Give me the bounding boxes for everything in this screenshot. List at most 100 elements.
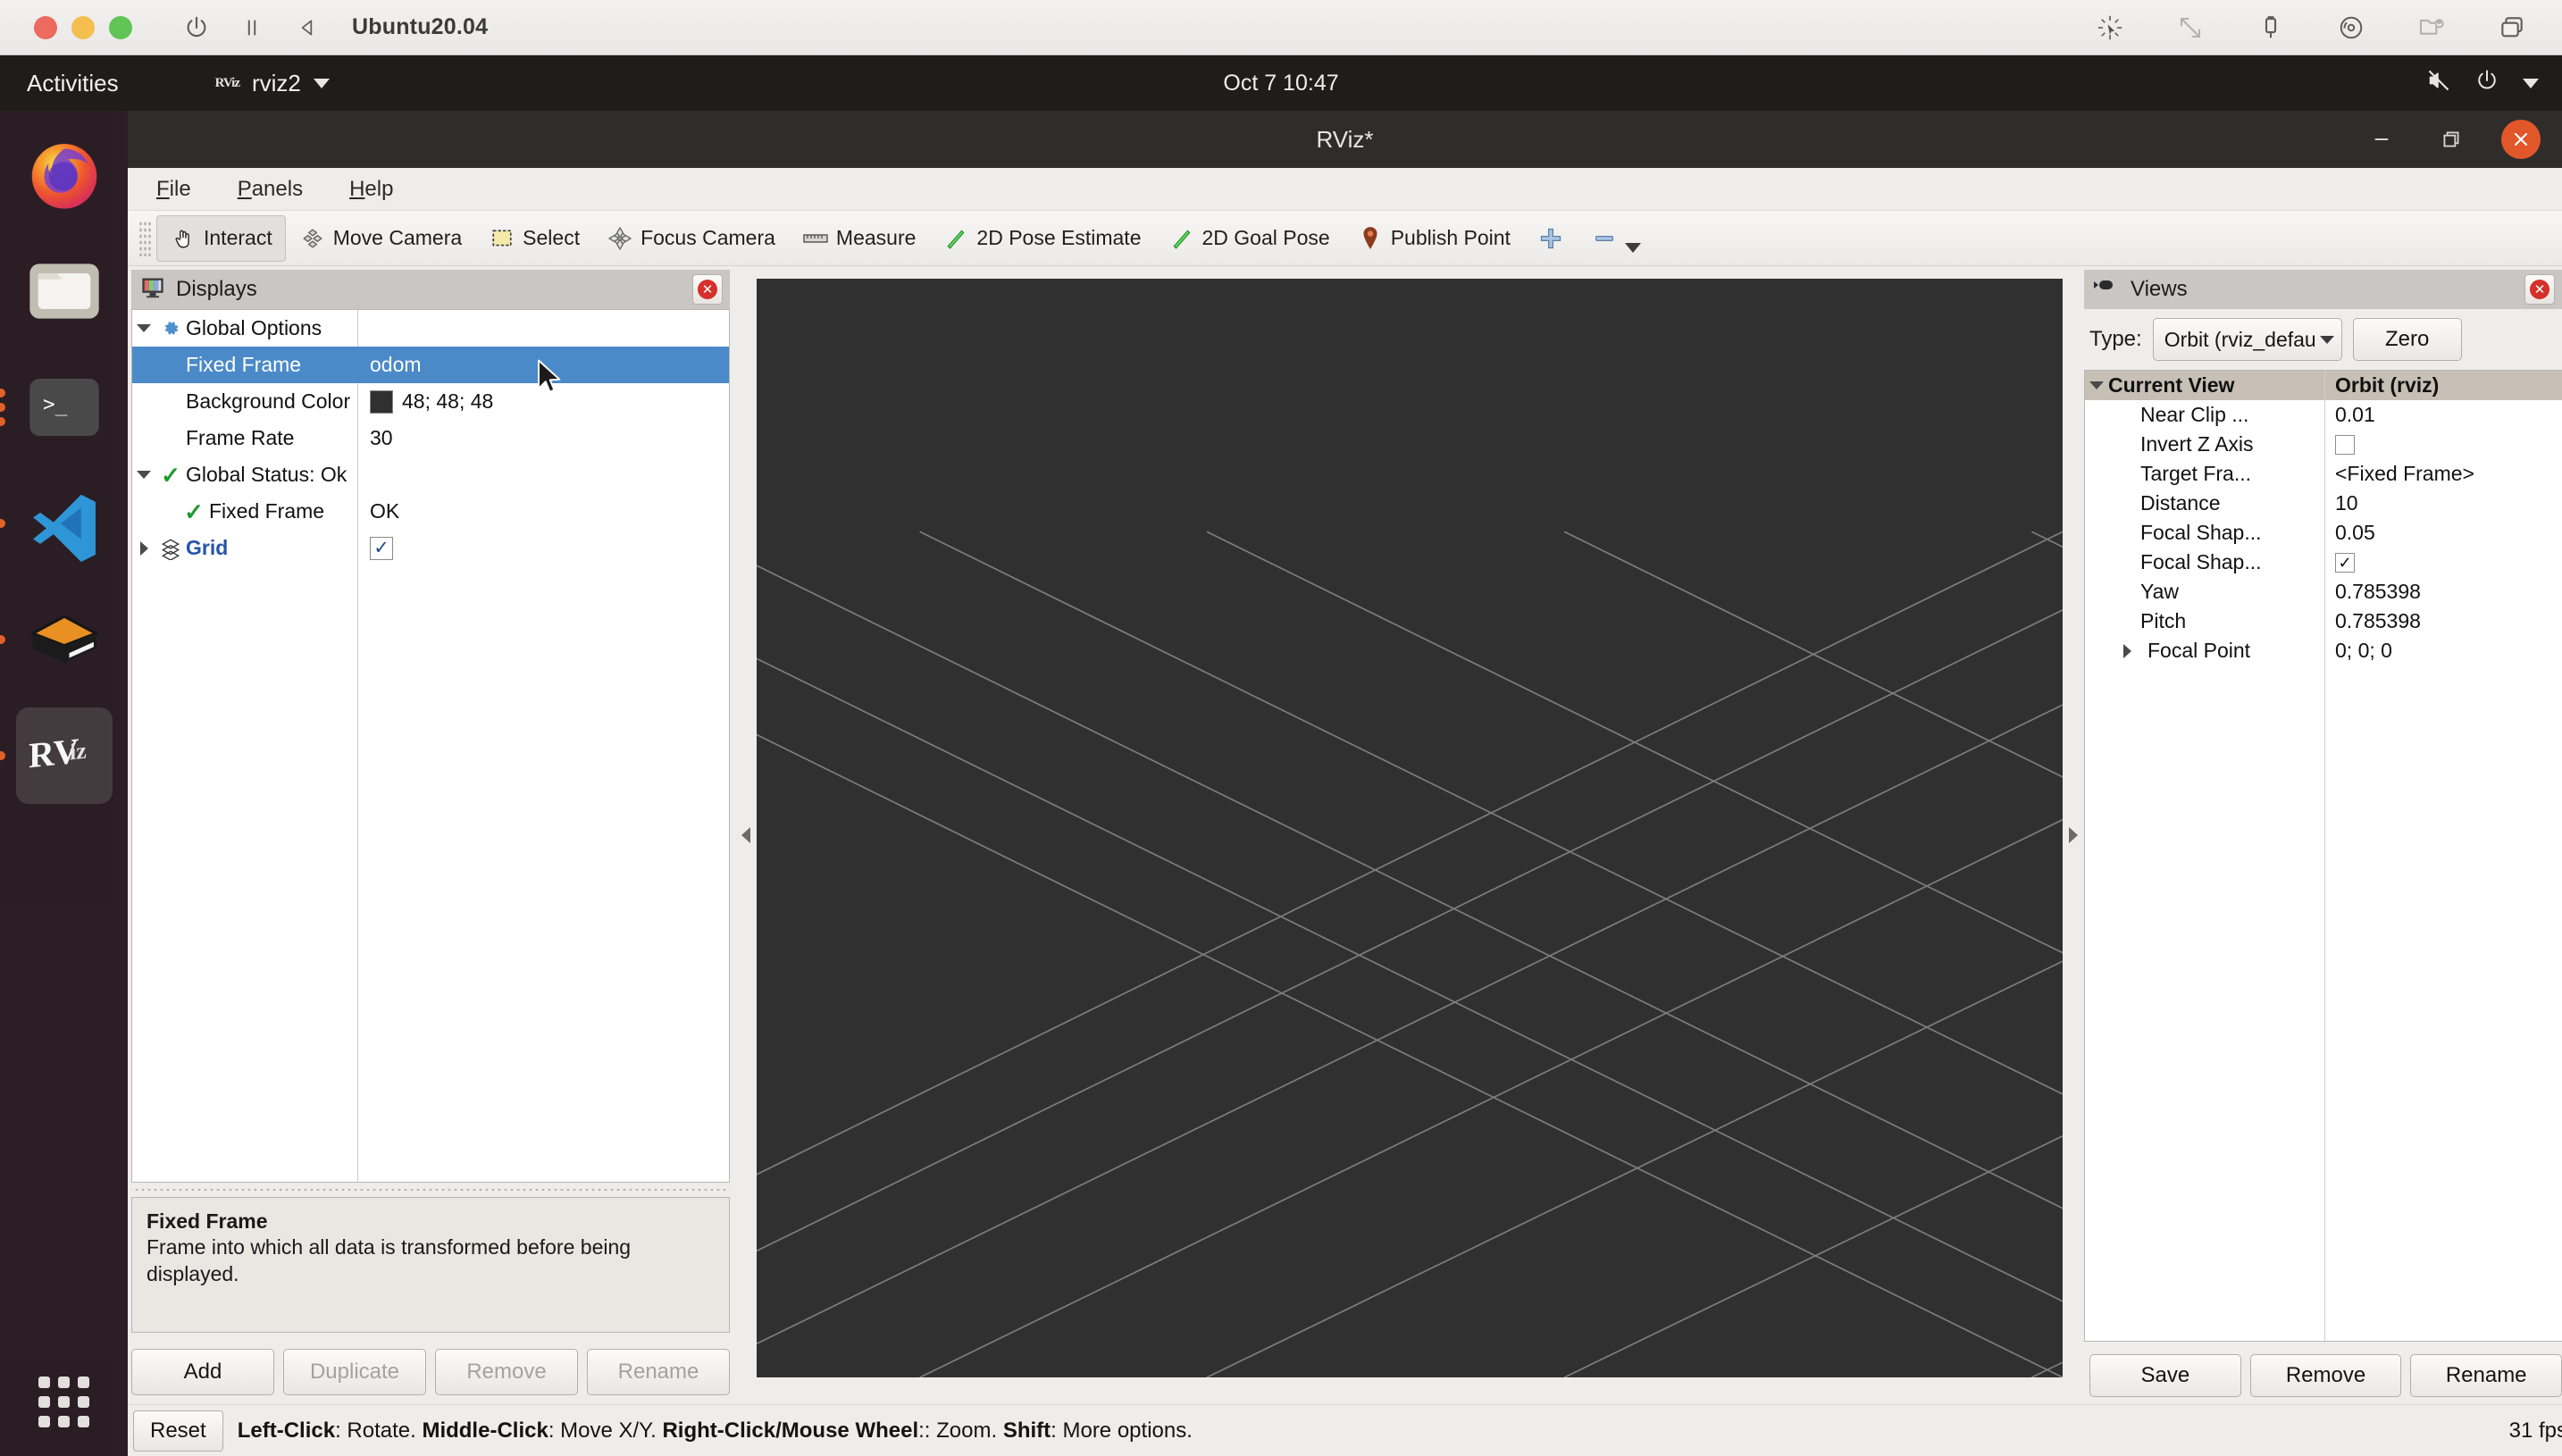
table-row[interactable]: Global Options [132,310,729,347]
chevron-down-icon[interactable] [132,471,155,479]
add-display-button[interactable]: Add [131,1349,274,1395]
row-value-cell[interactable]: ✓ [357,530,729,566]
disc-icon[interactable] [2333,10,2369,46]
dock-item-terminal[interactable]: >_ [0,359,113,456]
show-applications-button[interactable] [38,1377,89,1427]
chevron-down-icon[interactable] [1624,243,1641,253]
table-row[interactable]: Grid ✓ [132,530,729,566]
remove-tool-button[interactable] [1578,215,1654,262]
cursor-sparkle-icon[interactable] [2092,10,2128,46]
views-panel-close-button[interactable]: ✕ [2524,274,2555,305]
vm-close-button[interactable] [34,15,57,39]
distance-value[interactable]: 10 [2324,489,2562,518]
near-clip-value[interactable]: 0.01 [2324,400,2562,430]
grid-enabled-checkbox[interactable]: ✓ [370,536,393,560]
vm-maximize-button[interactable] [109,15,132,39]
dock-item-firefox[interactable] [16,127,113,223]
tool-publish-point-button[interactable]: Publish Point [1344,215,1524,262]
add-tool-button[interactable] [1524,215,1578,262]
tool-measure-button[interactable]: Measure [789,215,929,262]
dock-item-gazebo[interactable] [0,591,113,688]
chevron-right-icon[interactable] [2115,643,2139,658]
window-minimize-button[interactable] [2362,120,2401,159]
duplicate-display-button[interactable]: Duplicate [283,1349,426,1395]
menu-panels[interactable]: Panels [230,173,310,205]
vm-minimize-button[interactable] [71,15,95,39]
table-row[interactable]: Focal Point 0; 0; 0 [2085,636,2562,665]
3d-viewport[interactable] [757,279,2063,1377]
table-row[interactable]: Fixed Frame odom [132,347,729,383]
remove-view-button[interactable]: Remove [2249,1354,2402,1397]
table-row[interactable]: Focal Shap... ✓ [2085,548,2562,577]
tool-focus-camera-button[interactable]: Focus Camera [593,215,789,262]
left-splitter-handle[interactable] [735,266,757,1404]
row-value-cell[interactable] [357,310,729,347]
tool-2d-goal-pose-button[interactable]: 2D Goal Pose [1155,215,1344,262]
power-icon[interactable] [179,10,214,46]
shared-folder-icon[interactable] [2414,10,2449,46]
view-type-select[interactable]: Orbit (rviz_defau [2152,318,2342,361]
reset-button[interactable]: Reset [133,1410,223,1452]
pitch-value[interactable]: 0.785398 [2324,607,2562,636]
fixed-frame-value[interactable]: odom [357,347,729,383]
table-row[interactable]: Background Color 48; 48; 48 [132,383,729,420]
panel-splitter[interactable] [131,1183,730,1197]
focal-shape-size-value[interactable]: 0.05 [2324,518,2562,548]
tool-interact-button[interactable]: Interact [156,214,286,262]
remove-display-button[interactable]: Remove [435,1349,578,1395]
table-row[interactable]: Frame Rate 30 [132,420,729,456]
toolbar-grip[interactable] [138,220,151,256]
dock-item-vscode[interactable] [0,475,113,572]
table-row[interactable]: Distance 10 [2085,489,2562,518]
table-row[interactable]: Target Fra... <Fixed Frame> [2085,459,2562,489]
app-menu-button[interactable]: RViz rviz2 [215,70,330,97]
table-row[interactable]: Near Clip ... 0.01 [2085,400,2562,430]
table-row[interactable]: ✓ Global Status: Ok [132,456,729,493]
table-row[interactable]: Pitch 0.785398 [2085,607,2562,636]
menu-file[interactable]: File [149,173,198,205]
usb-icon[interactable] [2253,10,2289,46]
row-value-cell[interactable]: 48; 48; 48 [357,383,729,420]
window-close-button[interactable] [2501,120,2541,159]
panel-clock[interactable]: Oct 7 10:47 [1223,71,1338,96]
resize-icon[interactable] [2173,10,2208,46]
windows-icon[interactable] [2494,10,2530,46]
rviz-window: RViz* File Panels Help Interact Move Cam… [128,111,2562,1456]
table-row[interactable]: Current View Orbit (rviz) [2085,371,2562,400]
target-frame-value[interactable]: <Fixed Frame> [2324,459,2562,489]
chevron-down-icon[interactable] [2085,381,2108,389]
tool-2d-pose-estimate-button[interactable]: 2D Pose Estimate [929,215,1154,262]
row-value-cell[interactable] [2324,430,2562,459]
yaw-value[interactable]: 0.785398 [2324,577,2562,607]
pause-icon[interactable] [234,10,270,46]
views-tree[interactable]: Current View Orbit (rviz) Near Clip ... … [2084,370,2562,1342]
zero-button[interactable]: Zero [2352,318,2462,361]
rename-view-button[interactable]: Rename [2410,1354,2562,1397]
displays-tree[interactable]: Global Options Fixed Frame odom Backgrou… [131,309,730,1183]
displays-panel-close-button[interactable]: ✕ [692,274,723,305]
chevron-down-icon[interactable] [132,324,155,332]
dock-item-rviz[interactable]: RV iz [0,707,113,804]
focal-shape-fixed-size-checkbox[interactable]: ✓ [2335,552,2355,573]
tool-move-camera-button[interactable]: Move Camera [286,215,475,262]
window-maximize-button[interactable] [2432,120,2471,159]
panel-status-area[interactable] [2426,68,2539,99]
table-row[interactable]: Yaw 0.785398 [2085,577,2562,607]
menu-help[interactable]: Help [342,173,400,205]
row-value-cell[interactable]: ✓ [2324,548,2562,577]
rename-display-button[interactable]: Rename [587,1349,730,1395]
table-row[interactable]: Invert Z Axis [2085,430,2562,459]
table-row[interactable]: ✓ Fixed Frame OK [132,493,729,530]
color-swatch[interactable] [370,389,393,414]
focal-point-value[interactable]: 0; 0; 0 [2324,636,2562,665]
table-row[interactable]: Focal Shap... 0.05 [2085,518,2562,548]
right-splitter-handle[interactable] [2063,266,2084,1404]
activities-button[interactable]: Activities [27,70,119,97]
tool-select-button[interactable]: Select [475,215,593,262]
frame-rate-value[interactable]: 30 [357,420,729,456]
invert-z-axis-checkbox[interactable] [2335,434,2355,455]
dock-item-files[interactable] [16,243,113,339]
save-view-button[interactable]: Save [2089,1354,2241,1397]
chevron-right-icon[interactable] [132,540,155,556]
back-icon[interactable] [289,10,325,46]
